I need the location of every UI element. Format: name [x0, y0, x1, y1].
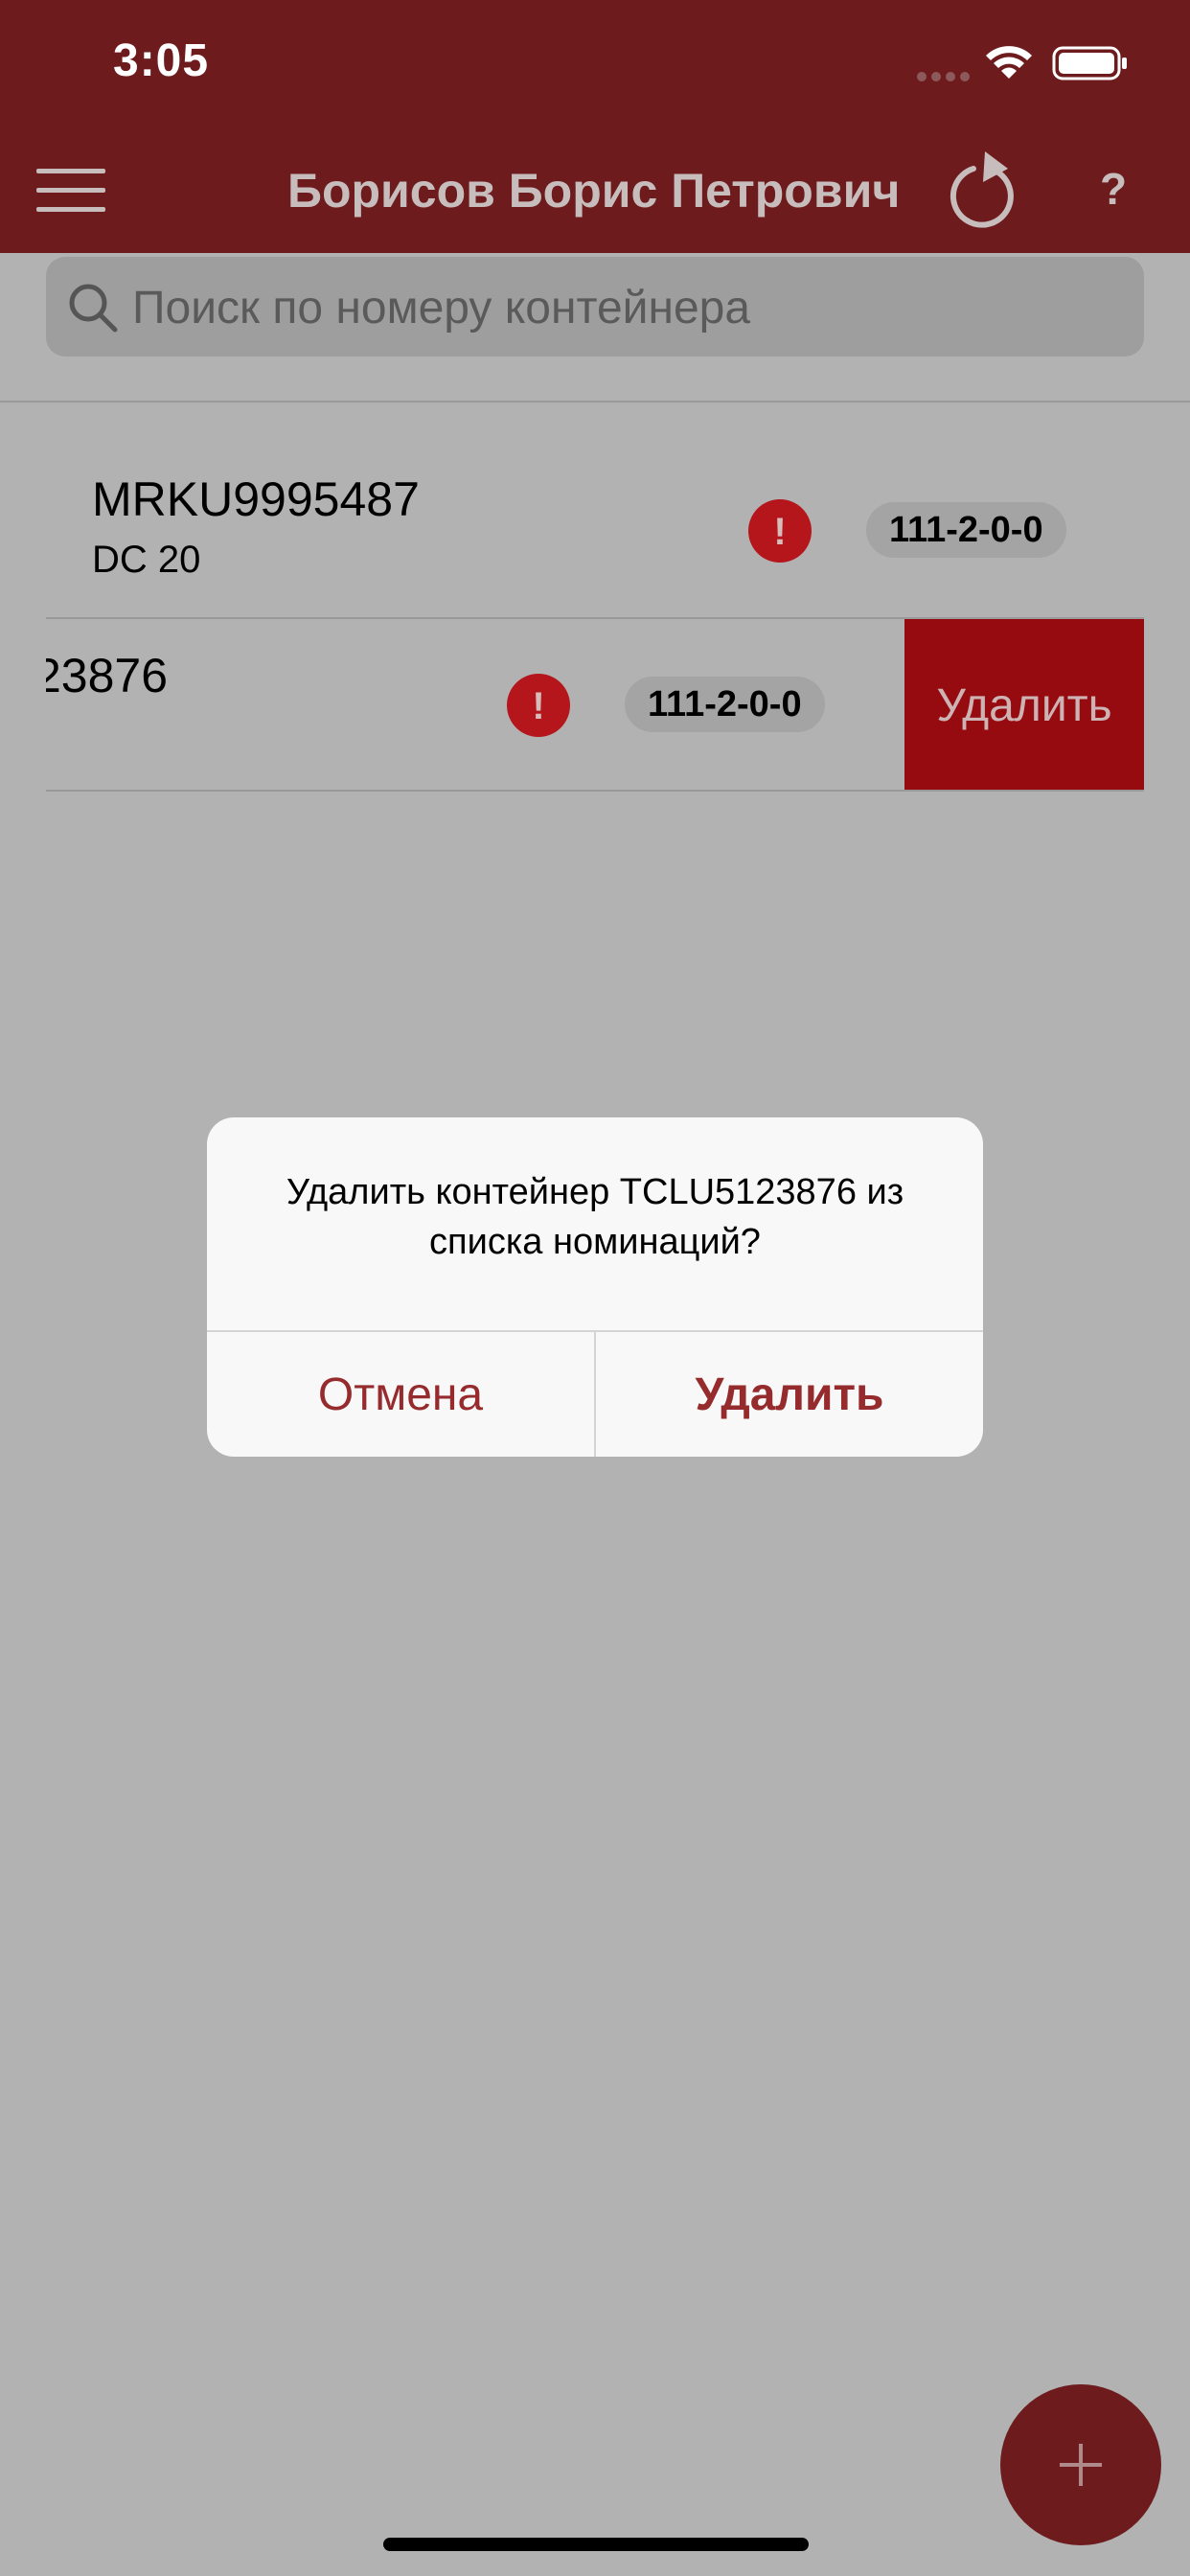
refresh-icon[interactable]: [945, 148, 1019, 232]
page-title: Борисов Борис Петрович: [287, 164, 901, 218]
dialog-message: Удалить контейнер TCLU5123876 из списка …: [286, 1172, 904, 1262]
add-button[interactable]: [1000, 2384, 1161, 2545]
divider: [46, 790, 1144, 792]
svg-text:!: !: [532, 685, 544, 727]
container-number: MRKU9995487: [92, 472, 420, 526]
code-badge: 111-2-0-0: [866, 502, 1066, 558]
plus-icon: [1060, 2444, 1102, 2486]
divider: [0, 401, 1190, 402]
alert-icon: !: [506, 673, 571, 738]
battery-icon: [1052, 46, 1127, 80]
search-input[interactable]: Поиск по номеру контейнера: [46, 257, 1144, 356]
status-time: 3:05: [113, 35, 210, 86]
container-number: 23876: [46, 649, 169, 702]
confirm-dialog: Удалить контейнер TCLU5123876 из списка …: [207, 1117, 983, 1457]
alert-icon: !: [747, 498, 812, 564]
home-indicator: [383, 2538, 809, 2551]
cancel-button[interactable]: Отмена: [207, 1332, 594, 1457]
swipe-delete-button[interactable]: Удалить: [904, 619, 1144, 792]
app-header: 3:05 Борисов Борис Петрович ?: [0, 0, 1190, 253]
wifi-icon: [986, 46, 1032, 79]
menu-icon[interactable]: [36, 169, 105, 213]
search-placeholder: Поиск по номеру контейнера: [132, 283, 751, 334]
list-item[interactable]: MRKU9995487 DC 20 ! 111-2-0-0: [46, 450, 1144, 619]
search-icon: [69, 284, 118, 333]
container-type: DC 20: [92, 539, 201, 581]
help-button[interactable]: ?: [1094, 163, 1133, 217]
svg-text:!: !: [773, 511, 786, 553]
list-item-swiped[interactable]: 23876 ! 111-2-0-0 Удалить: [46, 619, 1144, 792]
code-badge: 111-2-0-0: [625, 677, 825, 732]
signal-icon: [917, 72, 970, 81]
delete-button[interactable]: Удалить: [596, 1332, 983, 1457]
